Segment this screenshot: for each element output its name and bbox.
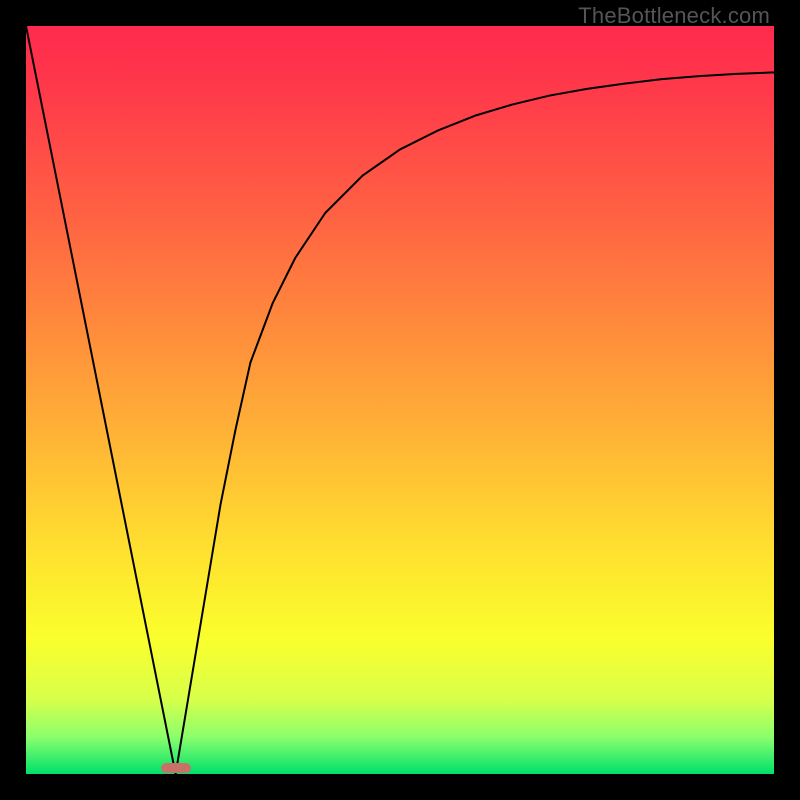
bottleneck-curve [26,26,774,774]
optimal-marker [161,763,191,773]
plot-area [26,26,774,774]
chart-frame: TheBottleneck.com [0,0,800,800]
